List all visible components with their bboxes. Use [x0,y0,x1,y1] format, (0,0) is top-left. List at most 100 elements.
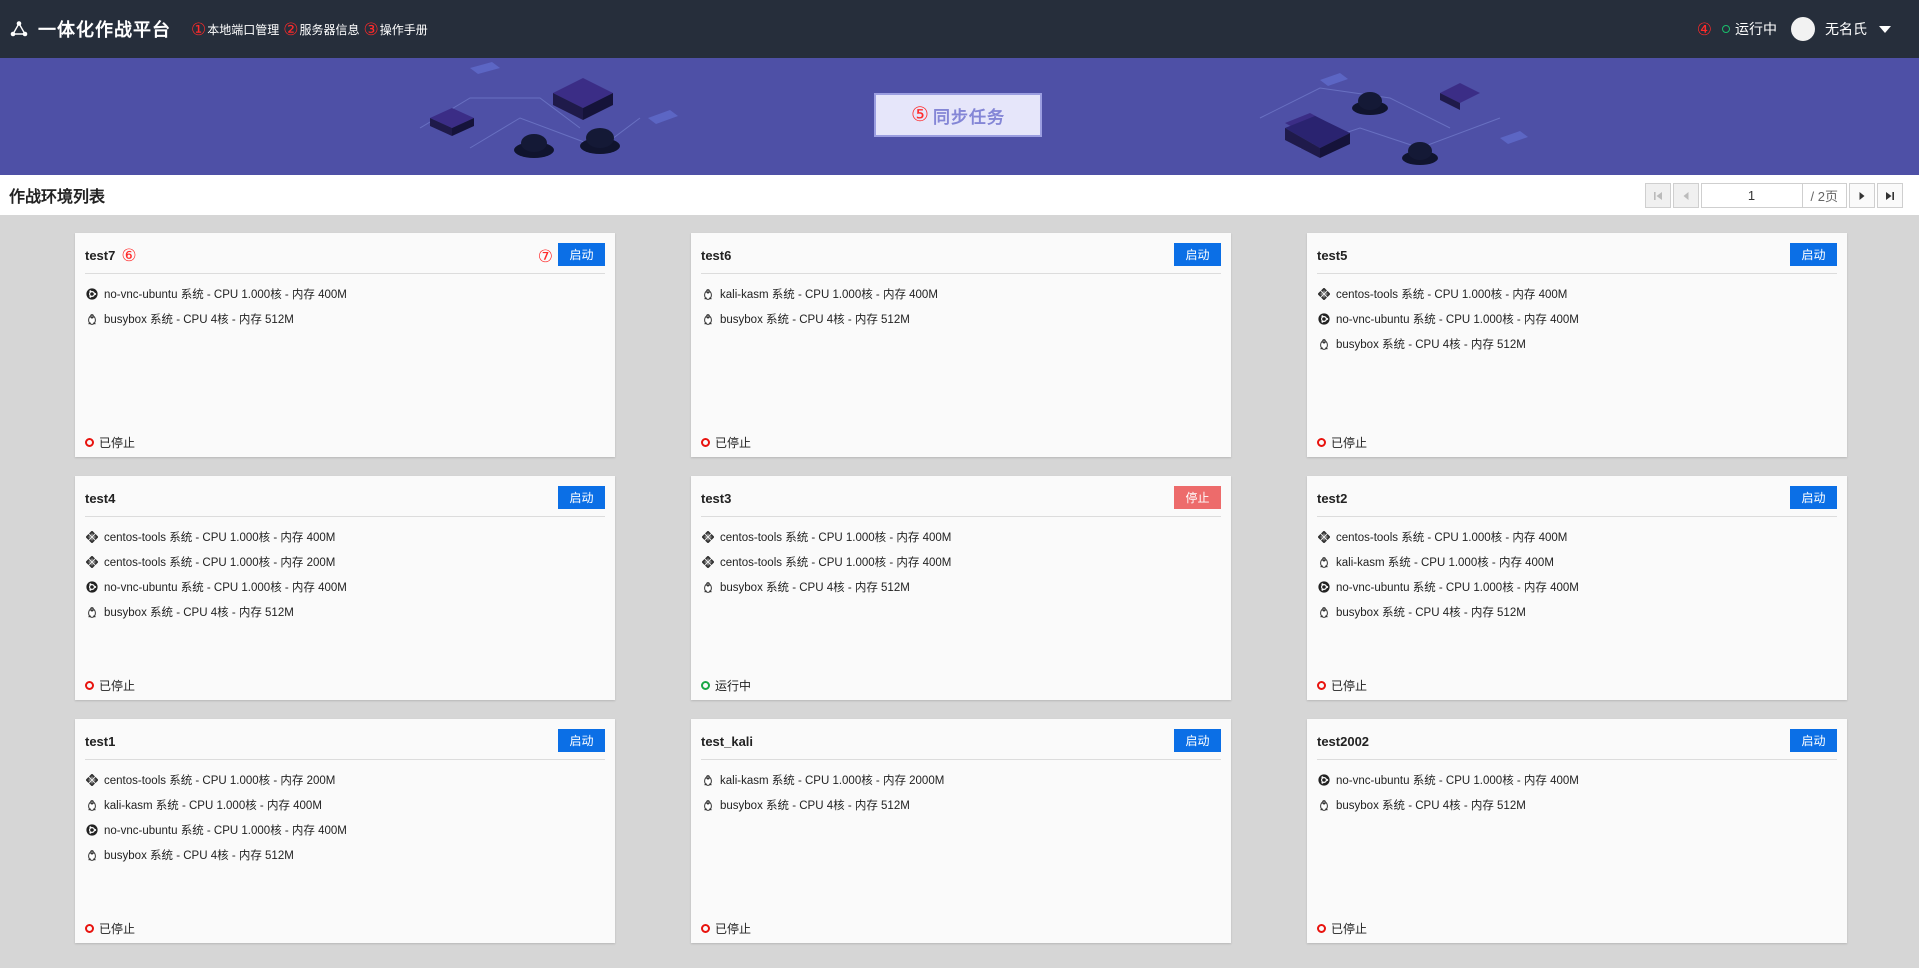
system-item-text: kali-kasm 系统 - CPU 1.000核 - 内存 400M [720,288,938,301]
system-item-text: busybox 系统 - CPU 4核 - 内存 512M [1336,606,1526,619]
centos-icon [1317,530,1330,543]
last-page-button[interactable] [1877,183,1903,208]
card-header: test7 ⑥ ⑦ 启动 [85,233,605,274]
system-item: kali-kasm 系统 - CPU 1.000核 - 内存 400M [85,792,347,817]
linux-icon [701,773,714,786]
page-number-input[interactable] [1700,183,1803,208]
status-dot-icon [1317,681,1326,690]
status-text: 运行中 [715,679,752,693]
avatar[interactable] [1791,17,1815,41]
system-list: no-vnc-ubuntu 系统 - CPU 1.000核 - 内存 400M b… [85,281,347,331]
card-header: test2 启动 [1317,476,1837,517]
start-button[interactable]: 启动 [558,486,605,509]
system-item-text: no-vnc-ubuntu 系统 - CPU 1.000核 - 内存 400M [1336,313,1579,326]
status-badge: 已停止 [85,920,135,937]
environment-card: test3 停止 centos-tools 系统 - CPU 1.000核 - 内存… [691,476,1231,700]
status-dot-icon [1317,438,1326,447]
system-item: busybox 系统 - CPU 4核 - 内存 512M [701,306,938,331]
linux-icon [701,798,714,811]
system-list: kali-kasm 系统 - CPU 1.000核 - 内存 400M busyb… [701,281,938,331]
ubuntu-icon [85,580,98,593]
start-button[interactable]: 启动 [1174,729,1221,752]
centos-icon [701,530,714,543]
linux-icon [85,798,98,811]
system-item: busybox 系统 - CPU 4核 - 内存 512M [701,574,951,599]
start-button[interactable]: 启动 [1174,243,1221,266]
system-list: kali-kasm 系统 - CPU 1.000核 - 内存 2000M busy… [701,767,944,817]
system-item: busybox 系统 - CPU 4核 - 内存 512M [85,599,347,624]
system-item: kali-kasm 系统 - CPU 1.000核 - 内存 400M [1317,549,1579,574]
card-actions: 启动 [558,729,605,752]
system-item: no-vnc-ubuntu 系统 - CPU 1.000核 - 内存 400M [1317,306,1579,331]
status-dot-icon [85,924,94,933]
system-item-text: busybox 系统 - CPU 4核 - 内存 512M [104,606,294,619]
system-item: centos-tools 系统 - CPU 1.000核 - 内存 400M [701,549,951,574]
first-page-button[interactable] [1644,183,1671,208]
nav-item-label: 操作手册 [379,22,428,37]
environment-card: test1 启动 centos-tools 系统 - CPU 1.000核 - 内存… [75,719,615,943]
page-title: 作战环境列表 [9,189,106,206]
card-header: test4 启动 [85,476,605,517]
system-item-text: no-vnc-ubuntu 系统 - CPU 1.000核 - 内存 400M [104,581,347,594]
start-button[interactable]: 启动 [1790,243,1837,266]
status-badge: 已停止 [1317,677,1367,694]
system-item-text: kali-kasm 系统 - CPU 1.000核 - 内存 400M [1336,556,1554,569]
chevron-down-icon[interactable] [1879,25,1891,33]
card-header: test3 停止 [701,476,1221,517]
system-status: 运行中 [1735,21,1777,37]
system-item: kali-kasm 系统 - CPU 1.000核 - 内存 2000M [701,767,944,792]
status-badge: 已停止 [85,677,135,694]
card-header: test_kali 启动 [701,719,1221,760]
system-list: centos-tools 系统 - CPU 1.000核 - 内存 200M ka… [85,767,347,867]
status-indicator-icon [1722,25,1730,33]
start-button[interactable]: 启动 [1790,729,1837,752]
card-title: test2002 [1317,733,1370,749]
environment-grid: test7 ⑥ ⑦ 启动 no-vnc-ubuntu 系统 - CPU 1.000核 -… [75,233,1847,943]
status-dot-icon [701,681,710,690]
annotation-marker: ⑦ [537,247,553,266]
system-list: centos-tools 系统 - CPU 1.000核 - 内存 400M ce… [85,524,347,624]
sync-task-label: 同步任务 [932,107,1005,127]
pagination: / 2页 [1644,183,1905,208]
username[interactable]: 无名氏 [1825,19,1867,39]
ubuntu-icon [1317,580,1330,593]
status-badge: 已停止 [1317,434,1367,451]
nav-item-label: 服务器信息 [299,22,360,37]
system-item-text: no-vnc-ubuntu 系统 - CPU 1.000核 - 内存 400M [1336,581,1579,594]
linux-icon [1317,798,1330,811]
ubuntu-icon [85,287,98,300]
annotation-marker: ② [283,19,299,39]
stop-button[interactable]: 停止 [1174,486,1221,509]
nav-item-port-management[interactable]: ① 本地端口管理 [191,21,279,38]
status-text: 已停止 [1331,679,1368,693]
card-actions: 停止 [1174,486,1221,509]
start-button[interactable]: 启动 [558,243,605,266]
header-right: ④ 运行中 无名氏 [1697,0,1891,58]
status-dot-icon [85,438,94,447]
ubuntu-icon [1317,773,1330,786]
prev-page-button[interactable] [1672,183,1699,208]
card-actions: 启动 [1790,729,1837,752]
nav-item-server-info[interactable]: ② 服务器信息 [283,21,359,38]
nav-item-manual[interactable]: ③ 操作手册 [364,21,428,38]
environment-card: test2 启动 centos-tools 系统 - CPU 1.000核 - 内存… [1307,476,1847,700]
sync-task-button[interactable]: ⑤ 同步任务 [874,93,1042,137]
card-header: test2002 启动 [1317,719,1837,760]
next-page-button[interactable] [1849,183,1875,208]
card-title: test2 [1317,490,1348,506]
system-item: busybox 系统 - CPU 4核 - 内存 512M [1317,331,1579,356]
annotation-marker: ① [191,19,207,39]
system-item: no-vnc-ubuntu 系统 - CPU 1.000核 - 内存 400M [1317,767,1579,792]
logo-icon [10,21,28,37]
app-logo[interactable]: 一体化作战平台 [10,16,171,42]
environment-card: test7 ⑥ ⑦ 启动 no-vnc-ubuntu 系统 - CPU 1.000核 -… [75,233,615,457]
environment-card: test6 启动 kali-kasm 系统 - CPU 1.000核 - 内存 40… [691,233,1231,457]
system-item: centos-tools 系统 - CPU 1.000核 - 内存 400M [701,524,951,549]
start-button[interactable]: 启动 [558,729,605,752]
nav-item-label: 本地端口管理 [207,22,280,37]
system-item: busybox 系统 - CPU 4核 - 内存 512M [701,792,944,817]
first-page-icon [1653,191,1662,200]
card-actions: 启动 [1790,486,1837,509]
system-item-text: busybox 系统 - CPU 4核 - 内存 512M [1336,799,1526,812]
start-button[interactable]: 启动 [1790,486,1837,509]
